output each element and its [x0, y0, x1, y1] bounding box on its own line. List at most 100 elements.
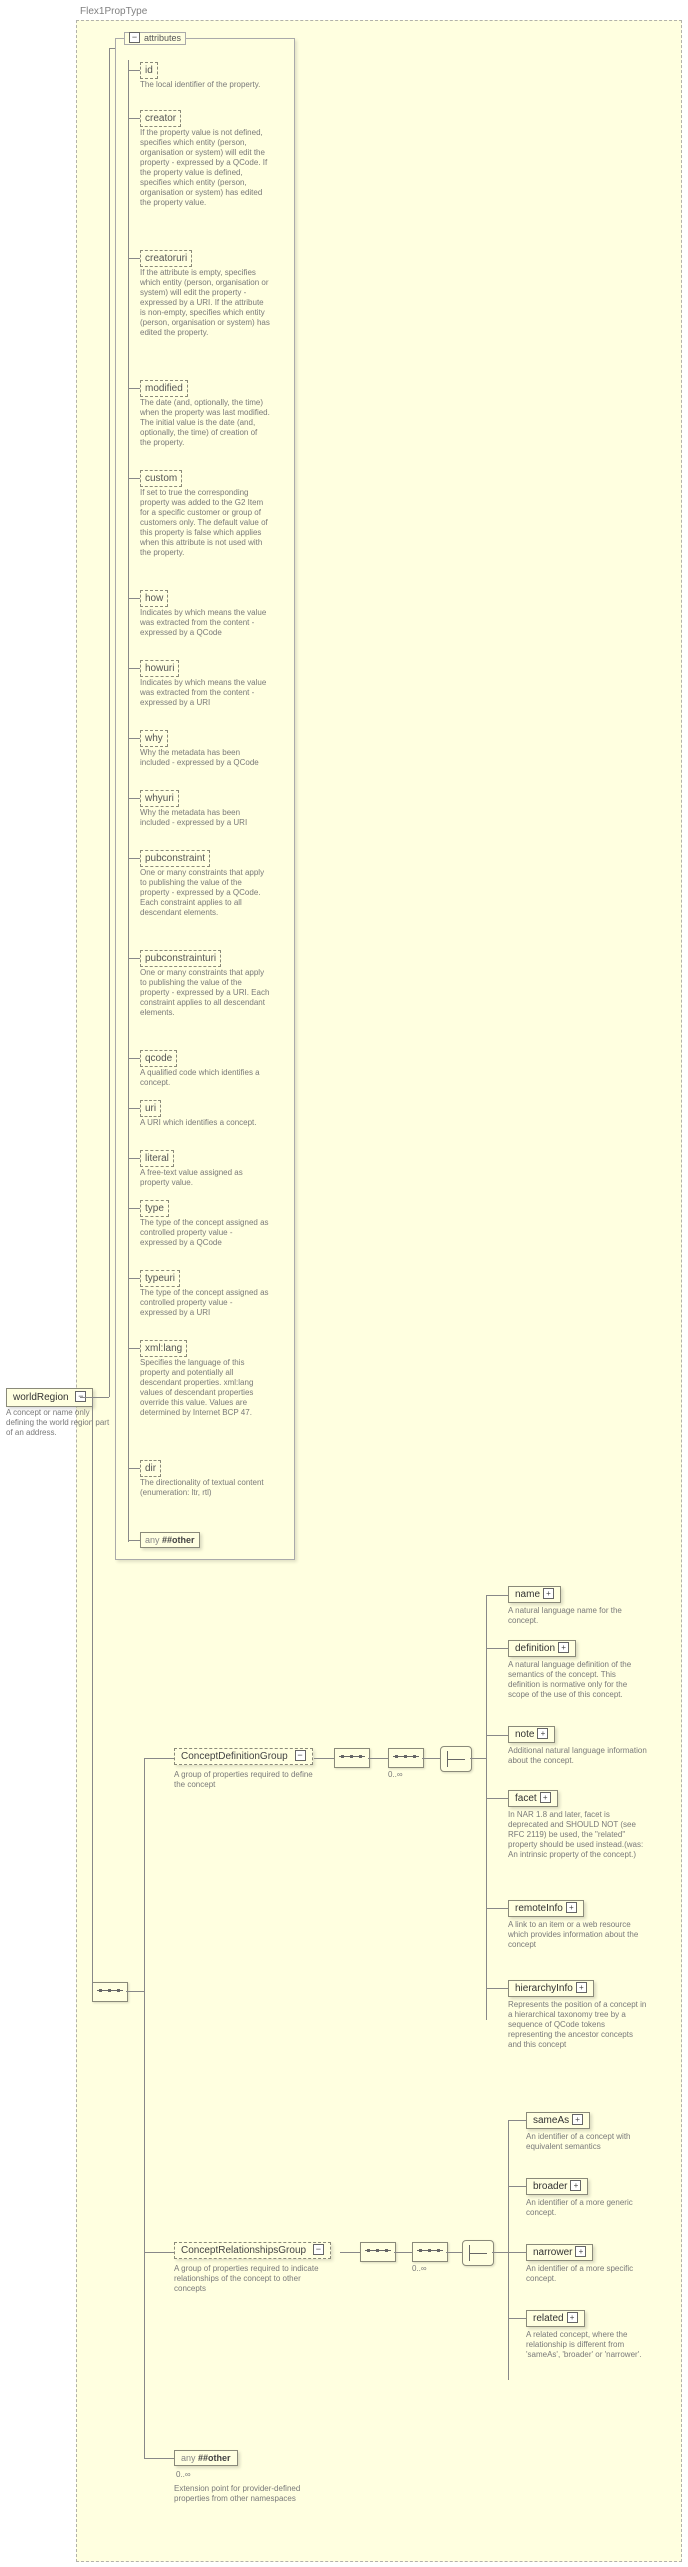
connector — [126, 1991, 144, 1992]
expand-icon[interactable]: + — [570, 2180, 581, 2191]
attributes-label-text: attributes — [144, 33, 181, 43]
child-broader[interactable]: broader+ — [526, 2178, 588, 2195]
attr-qcode[interactable]: qcode — [140, 1050, 177, 1067]
attr-how[interactable]: how — [140, 590, 168, 607]
collapse-icon[interactable]: − — [129, 32, 140, 43]
attr-xmllang[interactable]: xml:lang — [140, 1340, 187, 1357]
attr-custom-desc: If set to true the corresponding propert… — [140, 488, 270, 558]
connector — [508, 2120, 509, 2380]
attr-uri[interactable]: uri — [140, 1100, 161, 1117]
connector — [128, 478, 140, 479]
attr-type-desc: The type of the concept assigned as cont… — [140, 1218, 270, 1248]
child-sameas-desc: An identifier of a concept with equivale… — [526, 2132, 656, 2152]
expand-icon[interactable]: + — [543, 1588, 554, 1599]
connector — [422, 1758, 440, 1759]
connector — [128, 258, 140, 259]
attr-pubconstraint-desc: One or many constraints that apply to pu… — [140, 868, 270, 918]
connector — [128, 60, 129, 1542]
connector — [508, 2252, 526, 2253]
connector — [368, 1758, 388, 1759]
connector — [486, 1735, 508, 1736]
attr-any-other[interactable]: any ##other — [140, 1532, 200, 1548]
connector — [144, 2252, 174, 2253]
child-hierarchyinfo[interactable]: hierarchyInfo+ — [508, 1980, 594, 1997]
child-note[interactable]: note+ — [508, 1726, 555, 1743]
attr-modified[interactable]: modified — [140, 380, 188, 397]
connector — [486, 1798, 508, 1799]
concept-definition-group-desc: A group of properties required to define… — [174, 1770, 314, 1790]
connector — [144, 2458, 174, 2459]
element-any-other[interactable]: any ##other — [174, 2450, 238, 2466]
concept-definition-group[interactable]: ConceptDefinitionGroup − — [174, 1748, 313, 1765]
connector — [128, 1278, 140, 1279]
connector — [128, 1058, 140, 1059]
child-definition[interactable]: definition+ — [508, 1640, 576, 1657]
root-element-desc: A concept or name only defining the worl… — [6, 1408, 111, 1438]
collapse-icon[interactable]: − — [313, 2244, 324, 2255]
attr-whyuri[interactable]: whyuri — [140, 790, 179, 807]
choice-cdg — [440, 1746, 472, 1772]
occ-crg: 0..∞ — [412, 2264, 427, 2273]
expand-icon[interactable]: + — [575, 2246, 586, 2257]
attr-id[interactable]: id — [140, 62, 158, 79]
attr-literal-desc: A free-text value assigned as property v… — [140, 1168, 270, 1188]
attr-howuri[interactable]: howuri — [140, 660, 179, 677]
child-related[interactable]: related+ — [526, 2310, 585, 2327]
connector — [128, 1468, 140, 1469]
child-hierarchyinfo-desc: Represents the position of a concept in … — [508, 2000, 648, 2050]
choice-crg — [462, 2240, 494, 2266]
attr-why[interactable]: why — [140, 730, 168, 747]
attr-pubconstraint[interactable]: pubconstraint — [140, 850, 210, 867]
attr-dir[interactable]: dir — [140, 1460, 161, 1477]
expand-icon[interactable]: + — [540, 1792, 551, 1803]
expand-icon[interactable]: + — [558, 1642, 569, 1653]
attr-why-desc: Why the metadata has been included - exp… — [140, 748, 270, 768]
child-sameas[interactable]: sameAs+ — [526, 2112, 590, 2129]
attr-custom[interactable]: custom — [140, 470, 182, 487]
attr-howuri-desc: Indicates by which means the value was e… — [140, 678, 270, 708]
child-facet[interactable]: facet+ — [508, 1790, 558, 1807]
child-facet-desc: In NAR 1.8 and later, facet is deprecate… — [508, 1810, 648, 1860]
attr-creatoruri[interactable]: creatoruri — [140, 250, 192, 267]
expand-icon[interactable]: + — [576, 1982, 587, 1993]
expand-icon[interactable]: + — [572, 2114, 583, 2125]
attr-creator[interactable]: creator — [140, 110, 181, 127]
connector — [340, 2252, 360, 2253]
child-remoteinfo[interactable]: remoteInfo+ — [508, 1900, 584, 1917]
concept-relationships-group[interactable]: ConceptRelationshipsGroup − — [174, 2242, 331, 2259]
connector — [128, 1108, 140, 1109]
child-name[interactable]: name+ — [508, 1586, 561, 1603]
attr-type[interactable]: type — [140, 1200, 169, 1217]
attr-typeuri-desc: The type of the concept assigned as cont… — [140, 1288, 270, 1318]
expand-icon[interactable]: + — [566, 1902, 577, 1913]
attr-typeuri[interactable]: typeuri — [140, 1270, 180, 1287]
child-narrower[interactable]: narrower+ — [526, 2244, 593, 2261]
attr-pubconstrainturi-desc: One or many constraints that apply to pu… — [140, 968, 270, 1018]
main-sequence — [92, 1982, 128, 2002]
connector — [144, 1758, 174, 1759]
connector — [92, 1397, 109, 1398]
connector — [128, 1158, 140, 1159]
attr-creator-desc: If the property value is not defined, sp… — [140, 128, 270, 208]
attr-pubconstrainturi[interactable]: pubconstrainturi — [140, 950, 221, 967]
attr-whyuri-desc: Why the metadata has been included - exp… — [140, 808, 270, 828]
connector — [128, 1208, 140, 1209]
child-narrower-desc: An identifier of a more specific concept… — [526, 2264, 656, 2284]
connector — [508, 2120, 526, 2121]
connector — [128, 798, 140, 799]
connector — [128, 958, 140, 959]
element-any-other-desc: Extension point for provider-defined pro… — [174, 2484, 334, 2504]
occ-any: 0..∞ — [176, 2470, 191, 2479]
expand-icon[interactable]: + — [567, 2312, 578, 2323]
attr-how-desc: Indicates by which means the value was e… — [140, 608, 270, 638]
diagram-canvas: Flex1PropType worldRegion − A concept or… — [0, 0, 688, 2567]
connector — [128, 858, 140, 859]
connector — [128, 598, 140, 599]
attr-literal[interactable]: literal — [140, 1150, 174, 1167]
collapse-icon[interactable]: − — [295, 1750, 306, 1761]
connector — [508, 2318, 526, 2319]
child-broader-desc: An identifier of a more generic concept. — [526, 2198, 656, 2218]
expand-icon[interactable]: + — [537, 1728, 548, 1739]
root-element-name: worldRegion — [13, 1392, 69, 1403]
attr-dir-desc: The directionality of textual content (e… — [140, 1478, 270, 1498]
